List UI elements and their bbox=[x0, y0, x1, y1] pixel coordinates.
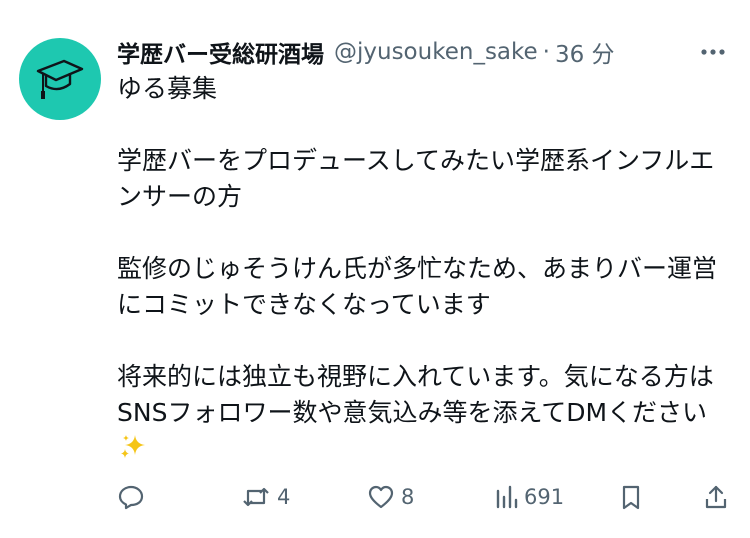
retweet-icon bbox=[243, 487, 269, 507]
views-count: 691 bbox=[524, 485, 565, 509]
tweet-line-1: ゆる募集 bbox=[117, 74, 218, 103]
tweet-paragraph-3-wrap: 将来的には独立も視野に入れています。気になる方はSNSフォロワー数や意気込み等を… bbox=[117, 359, 727, 471]
tweet-paragraph-2: 監修のじゅそうけん氏が多忙なため、あまりバー運営にコミットできなくなっています bbox=[117, 254, 718, 319]
reply-button[interactable] bbox=[117, 480, 145, 514]
tweet-paragraph-1: 学歴バーをプロデュースしてみたい学歴系インフルエンサーの方 bbox=[117, 146, 715, 211]
like-count: 8 bbox=[401, 485, 415, 509]
sparkles-emoji-icon bbox=[119, 433, 147, 471]
tweet-text: ゆる募集 学歴バーをプロデュースしてみたい学歴系インフルエンサーの方 監修のじゅ… bbox=[117, 71, 727, 471]
views-chart-icon bbox=[496, 485, 518, 509]
tweet[interactable]: 学歴バー受総研酒場 @jyusouken_sake · 36 分 ゆる募集 学歴… bbox=[0, 0, 750, 538]
reply-icon bbox=[118, 485, 144, 510]
graduation-cap-icon bbox=[36, 59, 84, 99]
more-options-button[interactable] bbox=[696, 38, 730, 66]
bookmark-icon bbox=[622, 485, 640, 510]
tweet-paragraph-3: 将来的には独立も視野に入れています。気になる方はSNSフォロワー数や意気込み等を… bbox=[117, 362, 714, 427]
retweet-count: 4 bbox=[277, 485, 291, 509]
views-button[interactable]: 691 bbox=[494, 480, 564, 514]
bookmark-button[interactable] bbox=[619, 480, 643, 514]
display-name[interactable]: 学歴バー受総研酒場 bbox=[117, 35, 324, 69]
user-handle[interactable]: @jyusouken_sake bbox=[334, 39, 538, 65]
like-button[interactable]: 8 bbox=[367, 480, 414, 514]
tweet-actions: 4 8 691 bbox=[117, 480, 737, 514]
share-icon bbox=[705, 485, 727, 509]
heart-icon bbox=[368, 485, 394, 509]
timestamp[interactable]: 36 分 bbox=[555, 35, 615, 69]
more-icon bbox=[701, 49, 725, 55]
avatar[interactable] bbox=[19, 38, 101, 120]
share-button[interactable] bbox=[703, 480, 729, 514]
tweet-header: 学歴バー受総研酒場 @jyusouken_sake · 36 分 bbox=[117, 34, 730, 70]
retweet-button[interactable]: 4 bbox=[241, 480, 290, 514]
separator-dot: · bbox=[542, 39, 550, 65]
